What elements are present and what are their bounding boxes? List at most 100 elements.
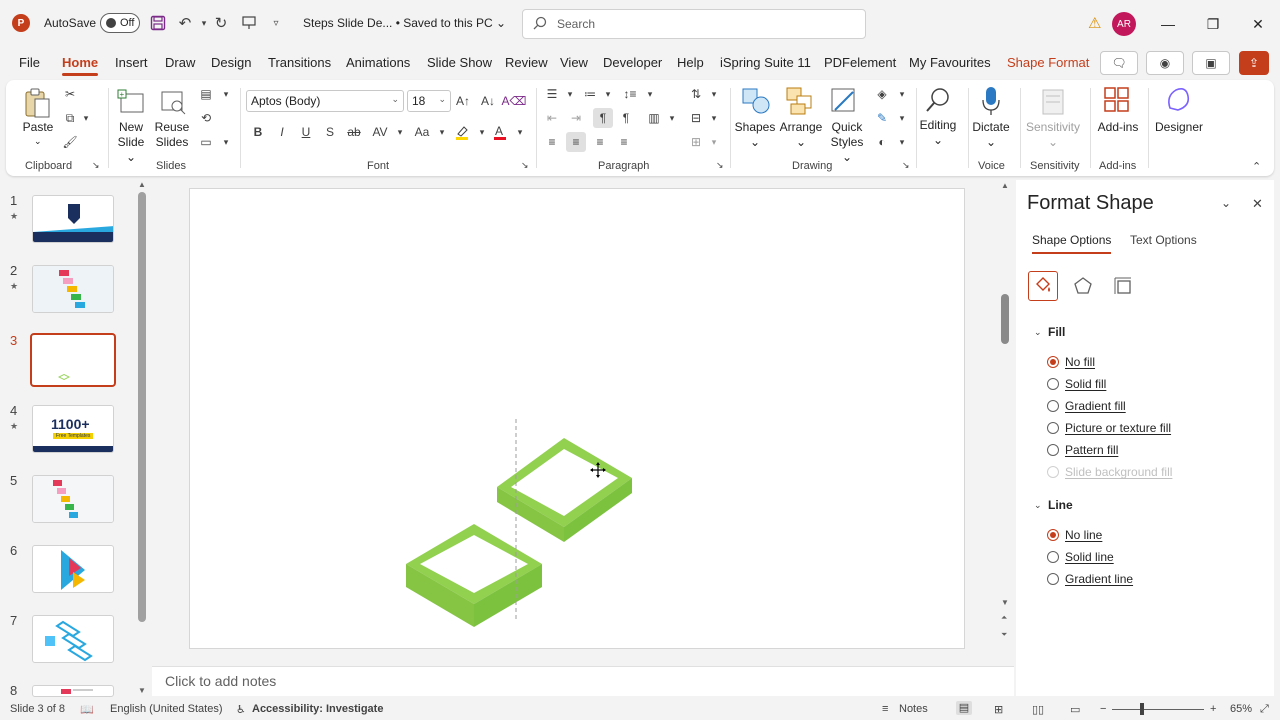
shadow-icon[interactable]: S <box>320 122 340 142</box>
arrange-icon[interactable] <box>784 84 816 118</box>
tab-animations[interactable]: Animations <box>346 55 410 70</box>
decrease-indent-icon[interactable]: ⇤ <box>542 108 562 128</box>
slide-sorter-icon[interactable]: ⊞ <box>994 703 1003 716</box>
tab-transitions[interactable]: Transitions <box>268 55 331 70</box>
spacing-dropdown-icon[interactable]: ▾ <box>390 122 410 142</box>
text-direction-dropdown-icon[interactable]: ▾ <box>704 84 724 104</box>
editor-scroll-up-icon[interactable]: ▲ <box>1001 181 1009 190</box>
present-icon[interactable] <box>239 13 259 33</box>
add-ins-icon[interactable] <box>1102 84 1132 116</box>
layout-dropdown-icon[interactable]: ▾ <box>216 84 236 104</box>
columns-dropdown-icon[interactable]: ▾ <box>662 108 682 128</box>
record-button[interactable]: ◉ <box>1146 51 1184 75</box>
fill-collapse-icon[interactable]: ⌄ <box>1034 327 1042 338</box>
fill-line-icon[interactable] <box>1028 271 1058 301</box>
shapes-icon[interactable] <box>740 84 772 118</box>
solid-fill-radio[interactable] <box>1047 378 1059 390</box>
shape-outline-dropdown-icon[interactable]: ▾ <box>892 108 912 128</box>
increase-indent-icon[interactable]: ⇥ <box>566 108 586 128</box>
text-direction-icon[interactable]: ⇅ <box>686 84 706 104</box>
tab-home[interactable]: Home <box>62 55 99 76</box>
font-launcher-icon[interactable]: ↘ <box>521 160 529 171</box>
editor-scroll-down-icon[interactable]: ▼ <box>1001 598 1009 607</box>
copy-dropdown-icon[interactable]: ▾ <box>76 108 96 128</box>
reading-view-icon[interactable]: ▯▯ <box>1032 703 1044 716</box>
slide-canvas[interactable] <box>189 188 965 649</box>
tab-review[interactable]: Review <box>505 55 548 70</box>
italic-icon[interactable]: I <box>272 122 292 142</box>
warning-icon[interactable]: ⚠ <box>1088 14 1106 32</box>
document-title[interactable]: Steps Slide De... • Saved to this PC ⌄ <box>303 16 506 30</box>
shape-effects-dropdown-icon[interactable]: ▾ <box>892 132 912 152</box>
notes-toggle[interactable]: Notes <box>899 703 928 715</box>
tab-my-favourites[interactable]: My Favourites <box>909 55 991 70</box>
reuse-slides-icon[interactable] <box>158 86 188 118</box>
tab-text-options[interactable]: Text Options <box>1130 233 1197 247</box>
tab-insert[interactable]: Insert <box>115 55 148 70</box>
bold-icon[interactable]: B <box>248 122 268 142</box>
picture-fill-radio[interactable] <box>1047 422 1059 434</box>
solid-line-radio[interactable] <box>1047 551 1059 563</box>
cut-icon[interactable]: ✂ <box>60 84 80 104</box>
save-icon[interactable] <box>148 13 168 33</box>
ltr-icon[interactable]: ¶ <box>593 108 613 128</box>
tab-help[interactable]: Help <box>677 55 704 70</box>
zoom-in-icon[interactable]: + <box>1210 703 1216 715</box>
no-line-option[interactable]: No line <box>1047 528 1102 542</box>
new-slide-icon[interactable]: + <box>116 86 146 118</box>
next-slide-icon[interactable]: ⏷ <box>1001 630 1007 640</box>
search-box[interactable]: Search <box>522 9 866 39</box>
slide-thumbnail-8[interactable] <box>32 685 114 697</box>
normal-view-icon[interactable]: ▤ <box>956 701 972 715</box>
paste-icon[interactable] <box>22 86 52 120</box>
collapse-ribbon-icon[interactable]: ⌃ <box>1252 160 1261 173</box>
character-spacing-icon[interactable]: AV <box>370 122 390 142</box>
slide-thumbnail-4[interactable]: 1100+ Free Templates <box>32 405 114 453</box>
notes-placeholder[interactable]: Click to add notes <box>165 673 276 689</box>
share-button[interactable]: ⇪ <box>1239 51 1269 75</box>
highlight-icon[interactable] <box>452 122 472 142</box>
paste-label[interactable]: Paste <box>22 120 54 135</box>
designer-icon[interactable] <box>1162 84 1194 116</box>
no-fill-option[interactable]: No fill <box>1047 355 1095 369</box>
grow-font-icon[interactable]: A↑ <box>453 91 473 111</box>
editing-icon[interactable] <box>922 84 954 116</box>
undo-icon[interactable]: ↶ <box>175 13 195 33</box>
gradient-fill-radio[interactable] <box>1047 400 1059 412</box>
justify-icon[interactable]: ≡ <box>614 132 634 152</box>
align-right-icon[interactable]: ≡ <box>590 132 610 152</box>
gradient-line-radio[interactable] <box>1047 573 1059 585</box>
tab-developer[interactable]: Developer <box>603 55 662 70</box>
paragraph-launcher-icon[interactable]: ↘ <box>716 160 724 171</box>
upper-step-shape[interactable] <box>497 438 632 542</box>
customize-toolbar-icon[interactable]: ▿ <box>266 13 286 33</box>
editing-label[interactable]: Editing ⌄ <box>914 118 962 148</box>
minimize-icon[interactable]: — <box>1156 12 1180 36</box>
shape-fill-icon[interactable]: ◈ <box>872 84 892 104</box>
no-line-radio[interactable] <box>1047 529 1059 541</box>
pane-close-icon[interactable]: ✕ <box>1252 196 1263 212</box>
shape-effects-icon[interactable]: ◐ <box>872 132 892 152</box>
slide-thumbnail-5[interactable] <box>32 475 114 523</box>
teams-button[interactable]: ▣ <box>1192 51 1230 75</box>
align-text-dropdown-icon[interactable]: ▾ <box>704 108 724 128</box>
layout-icon[interactable]: ▤ <box>196 84 216 104</box>
lower-step-shape[interactable] <box>406 524 542 627</box>
clear-formatting-icon[interactable]: A⌫ <box>502 91 527 111</box>
notes-icon[interactable]: ≡ <box>882 703 888 715</box>
arrange-label[interactable]: Arrange ⌄ <box>778 120 824 150</box>
numbering-icon[interactable]: ≔ <box>580 84 600 104</box>
no-fill-radio[interactable] <box>1047 356 1059 368</box>
slideshow-view-icon[interactable]: ▭ <box>1070 703 1080 716</box>
bullets-dropdown-icon[interactable]: ▾ <box>560 84 580 104</box>
user-avatar[interactable]: AR <box>1112 12 1136 36</box>
slide-thumbnail-1[interactable] <box>32 195 114 243</box>
columns-icon[interactable]: ▥ <box>644 108 664 128</box>
font-color-dropdown-icon[interactable]: ▾ <box>510 122 530 142</box>
section-icon[interactable]: ▭ <box>196 132 216 152</box>
tab-slide-show[interactable]: Slide Show <box>427 55 492 70</box>
reset-icon[interactable]: ⟲ <box>196 108 216 128</box>
align-center-icon[interactable]: ≡ <box>566 132 586 152</box>
gradient-line-option[interactable]: Gradient line <box>1047 572 1133 586</box>
strikethrough-icon[interactable]: ab <box>344 122 364 142</box>
